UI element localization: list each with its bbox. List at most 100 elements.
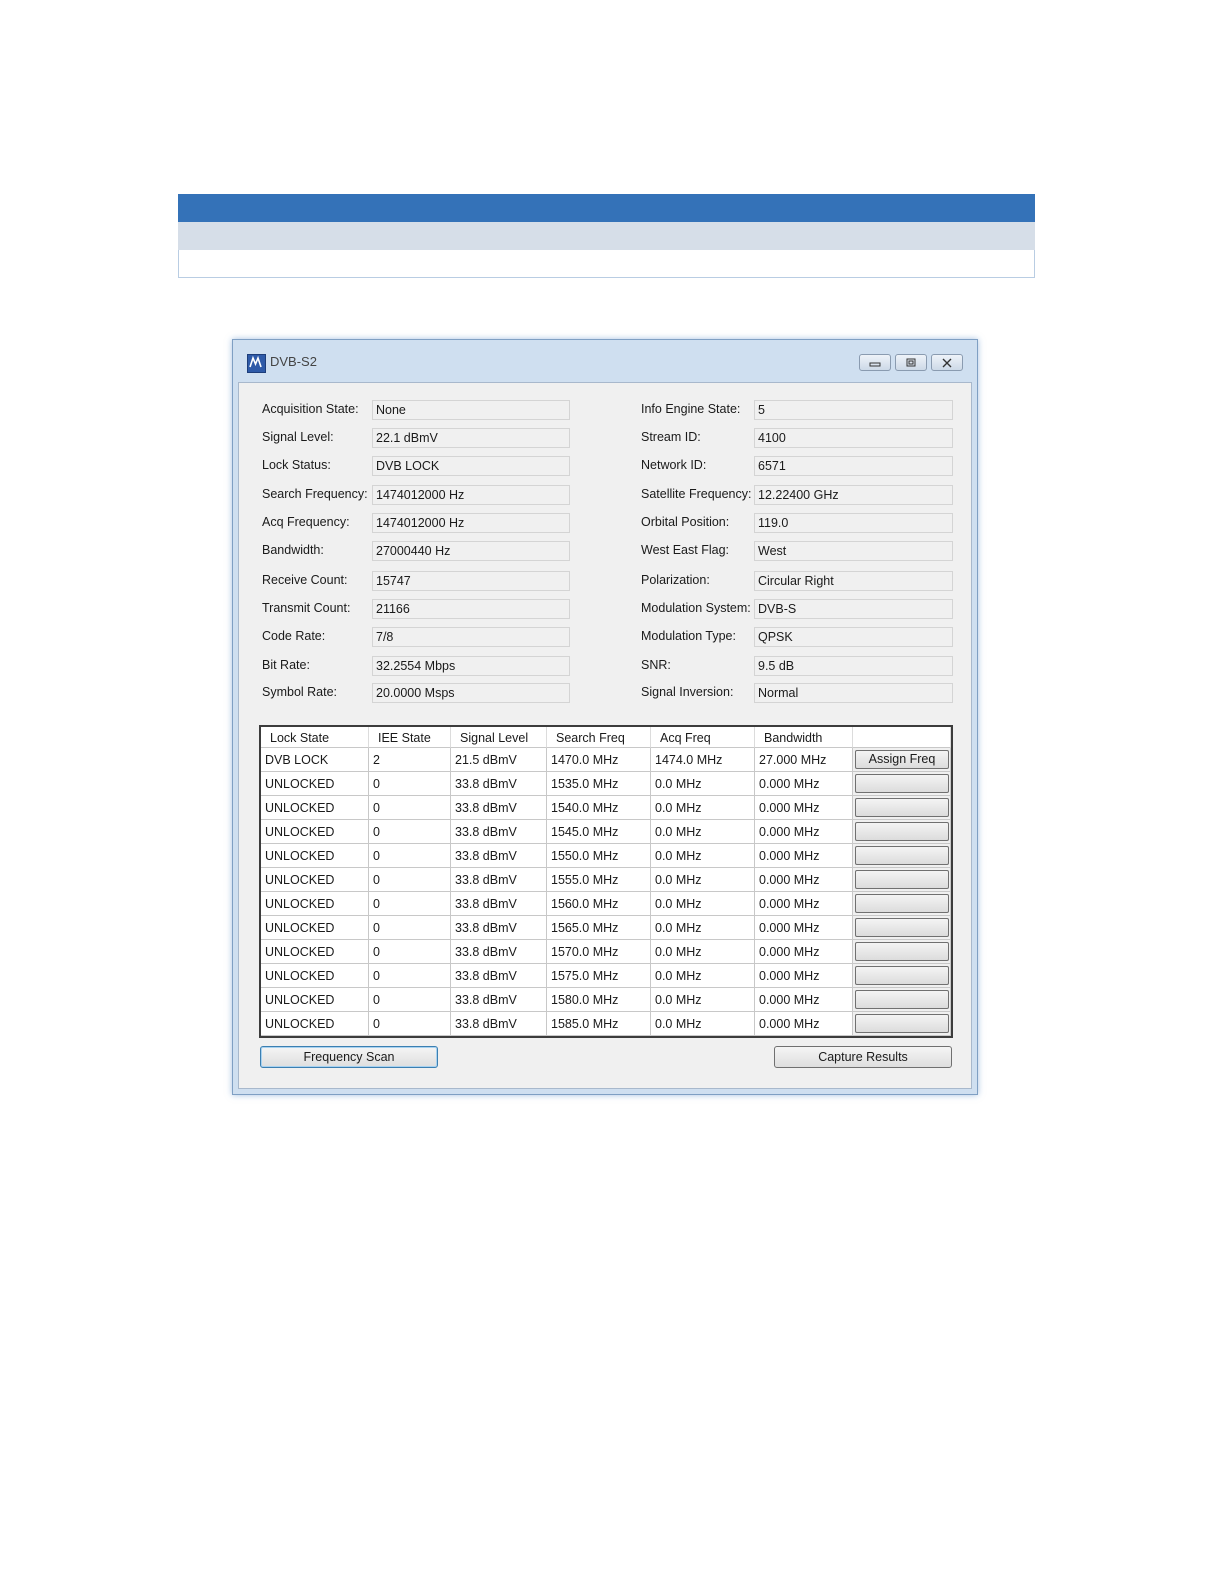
table-cell-lock-state: UNLOCKED bbox=[261, 844, 369, 868]
table-cell-acq-freq: 0.0 MHz bbox=[651, 940, 755, 964]
banner-subheader-bar bbox=[178, 222, 1035, 250]
left-label-signal-level: Signal Level: bbox=[262, 430, 334, 444]
right-value-stream-id: 4100 bbox=[754, 428, 953, 448]
column-header-search-freq[interactable]: Search Freq bbox=[547, 727, 651, 748]
table-cell-iee-state: 0 bbox=[369, 940, 451, 964]
left-label-symbol-rate: Symbol Rate: bbox=[262, 685, 338, 699]
row-action-button[interactable] bbox=[855, 966, 949, 985]
column-header-action[interactable] bbox=[853, 727, 951, 748]
table-cell-iee-state: 0 bbox=[369, 1012, 451, 1036]
table-cell-lock-state: UNLOCKED bbox=[261, 820, 369, 844]
right-value-modulation-type: QPSK bbox=[754, 627, 953, 647]
table-cell-acq-freq: 0.0 MHz bbox=[651, 892, 755, 916]
right-label-snr: SNR: bbox=[641, 658, 671, 672]
table-cell-acq-freq: 0.0 MHz bbox=[651, 868, 755, 892]
dvb-s2-window: DVB-S2 Acquisition State: None Signal Leve… bbox=[232, 339, 978, 1095]
table-cell-signal-level: 33.8 dBmV bbox=[451, 868, 547, 892]
left-value-bandwidth: 27000440 Hz bbox=[372, 541, 570, 561]
maximize-button[interactable] bbox=[895, 354, 927, 371]
row-action-button[interactable] bbox=[855, 870, 949, 889]
right-value-orbital-position: 119.0 bbox=[754, 513, 953, 533]
table-cell-lock-state: UNLOCKED bbox=[261, 892, 369, 916]
left-label-bandwidth: Bandwidth: bbox=[262, 543, 324, 557]
table-cell-iee-state: 2 bbox=[369, 748, 451, 772]
table-cell-acq-freq: 0.0 MHz bbox=[651, 844, 755, 868]
right-value-network-id: 6571 bbox=[754, 456, 953, 476]
window-titlebar[interactable]: DVB-S2 bbox=[233, 340, 977, 382]
table-cell-bandwidth: 27.000 MHz bbox=[755, 748, 853, 772]
table-cell-search-freq: 1580.0 MHz bbox=[547, 988, 651, 1012]
table-cell-signal-level: 33.8 dBmV bbox=[451, 844, 547, 868]
table-cell-bandwidth: 0.000 MHz bbox=[755, 988, 853, 1012]
right-value-modulation-system: DVB-S bbox=[754, 599, 953, 619]
right-label-network-id: Network ID: bbox=[641, 458, 707, 472]
table-cell-signal-level: 33.8 dBmV bbox=[451, 1012, 547, 1036]
table-cell-iee-state: 0 bbox=[369, 988, 451, 1012]
left-value-symbol-rate: 20.0000 Msps bbox=[372, 683, 570, 703]
left-value-search-frequency: 1474012000 Hz bbox=[372, 485, 570, 505]
table-cell-iee-state: 0 bbox=[369, 820, 451, 844]
left-value-receive-count: 15747 bbox=[372, 571, 570, 591]
capture-results-button[interactable]: Capture Results bbox=[774, 1046, 952, 1068]
table-cell-signal-level: 33.8 dBmV bbox=[451, 940, 547, 964]
right-value-signal-inversion: Normal bbox=[754, 683, 953, 703]
table-cell-iee-state: 0 bbox=[369, 964, 451, 988]
table-cell-iee-state: 0 bbox=[369, 844, 451, 868]
table-cell-lock-state: UNLOCKED bbox=[261, 868, 369, 892]
row-action-button[interactable] bbox=[855, 822, 949, 841]
table-cell-search-freq: 1585.0 MHz bbox=[547, 1012, 651, 1036]
left-label-transmit-count: Transmit Count: bbox=[262, 601, 351, 615]
row-action-button[interactable] bbox=[855, 798, 949, 817]
column-header-bandwidth[interactable]: Bandwidth bbox=[755, 727, 853, 748]
table-cell-bandwidth: 0.000 MHz bbox=[755, 892, 853, 916]
column-header-lock-state[interactable]: Lock State bbox=[261, 727, 369, 748]
window-title: DVB-S2 bbox=[270, 354, 317, 369]
column-header-signal-level[interactable]: Signal Level bbox=[451, 727, 547, 748]
table-cell-bandwidth: 0.000 MHz bbox=[755, 796, 853, 820]
right-value-snr: 9.5 dB bbox=[754, 656, 953, 676]
table-cell-search-freq: 1565.0 MHz bbox=[547, 916, 651, 940]
table-cell-signal-level: 33.8 dBmV bbox=[451, 964, 547, 988]
assign-freq-button[interactable]: Assign Freq bbox=[855, 750, 949, 769]
right-label-satellite-frequency: Satellite Frequency: bbox=[641, 487, 752, 501]
left-value-code-rate: 7/8 bbox=[372, 627, 570, 647]
left-label-bit-rate: Bit Rate: bbox=[262, 658, 310, 672]
right-label-stream-id: Stream ID: bbox=[641, 430, 701, 444]
left-value-transmit-count: 21166 bbox=[372, 599, 570, 619]
table-cell-action bbox=[853, 1012, 951, 1036]
table-cell-lock-state: DVB LOCK bbox=[261, 748, 369, 772]
left-value-signal-level: 22.1 dBmV bbox=[372, 428, 570, 448]
table-cell-signal-level: 33.8 dBmV bbox=[451, 820, 547, 844]
row-action-button[interactable] bbox=[855, 846, 949, 865]
table-cell-signal-level: 33.8 dBmV bbox=[451, 916, 547, 940]
table-cell-search-freq: 1470.0 MHz bbox=[547, 748, 651, 772]
row-action-button[interactable] bbox=[855, 1014, 949, 1033]
row-action-button[interactable] bbox=[855, 990, 949, 1009]
minimize-button[interactable] bbox=[859, 354, 891, 371]
column-header-acq-freq[interactable]: Acq Freq bbox=[651, 727, 755, 748]
right-label-modulation-type: Modulation Type: bbox=[641, 629, 736, 643]
table-cell-action bbox=[853, 820, 951, 844]
table-cell-bandwidth: 0.000 MHz bbox=[755, 868, 853, 892]
table-cell-acq-freq: 0.0 MHz bbox=[651, 772, 755, 796]
table-cell-acq-freq: 0.0 MHz bbox=[651, 988, 755, 1012]
right-value-polarization: Circular Right bbox=[754, 571, 953, 591]
column-header-iee-state[interactable]: IEE State bbox=[369, 727, 451, 748]
right-label-info-engine-state: Info Engine State: bbox=[641, 402, 741, 416]
frequency-scan-button[interactable]: Frequency Scan bbox=[260, 1046, 438, 1068]
close-button[interactable] bbox=[931, 354, 963, 371]
table-cell-action bbox=[853, 916, 951, 940]
left-value-bit-rate: 32.2554 Mbps bbox=[372, 656, 570, 676]
table-cell-bandwidth: 0.000 MHz bbox=[755, 772, 853, 796]
row-action-button[interactable] bbox=[855, 774, 949, 793]
row-action-button[interactable] bbox=[855, 942, 949, 961]
table-cell-search-freq: 1550.0 MHz bbox=[547, 844, 651, 868]
table-cell-bandwidth: 0.000 MHz bbox=[755, 916, 853, 940]
table-cell-action bbox=[853, 772, 951, 796]
table-cell-lock-state: UNLOCKED bbox=[261, 988, 369, 1012]
row-action-button[interactable] bbox=[855, 918, 949, 937]
row-action-button[interactable] bbox=[855, 894, 949, 913]
table-cell-acq-freq: 0.0 MHz bbox=[651, 1012, 755, 1036]
right-value-satellite-frequency: 12.22400 GHz bbox=[754, 485, 953, 505]
close-icon bbox=[942, 358, 952, 368]
